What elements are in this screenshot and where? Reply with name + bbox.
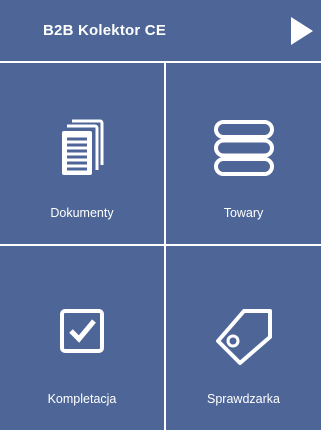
documents-icon — [62, 119, 104, 175]
tile-label: Dokumenty — [50, 206, 114, 220]
tile-kompletacja[interactable]: Kompletacja — [0, 246, 164, 430]
header-bar: B2B Kolektor CE — [0, 0, 321, 63]
checkbox-icon — [60, 309, 104, 353]
tile-label: Sprawdzarka — [207, 392, 280, 406]
app-title: B2B Kolektor CE — [43, 22, 167, 39]
tile-towary[interactable]: Towary — [166, 63, 321, 244]
tile-label: Towary — [223, 206, 264, 220]
tile-label: Kompletacja — [47, 392, 117, 406]
database-icon — [213, 120, 274, 176]
app-window: B2B Kolektor CE Dokumenty Towary Komplet… — [0, 0, 321, 430]
play-icon[interactable] — [291, 17, 313, 45]
price-tag-icon — [215, 309, 272, 365]
tile-dokumenty[interactable]: Dokumenty — [0, 63, 164, 244]
tile-sprawdzarka[interactable]: Sprawdzarka — [166, 246, 321, 430]
